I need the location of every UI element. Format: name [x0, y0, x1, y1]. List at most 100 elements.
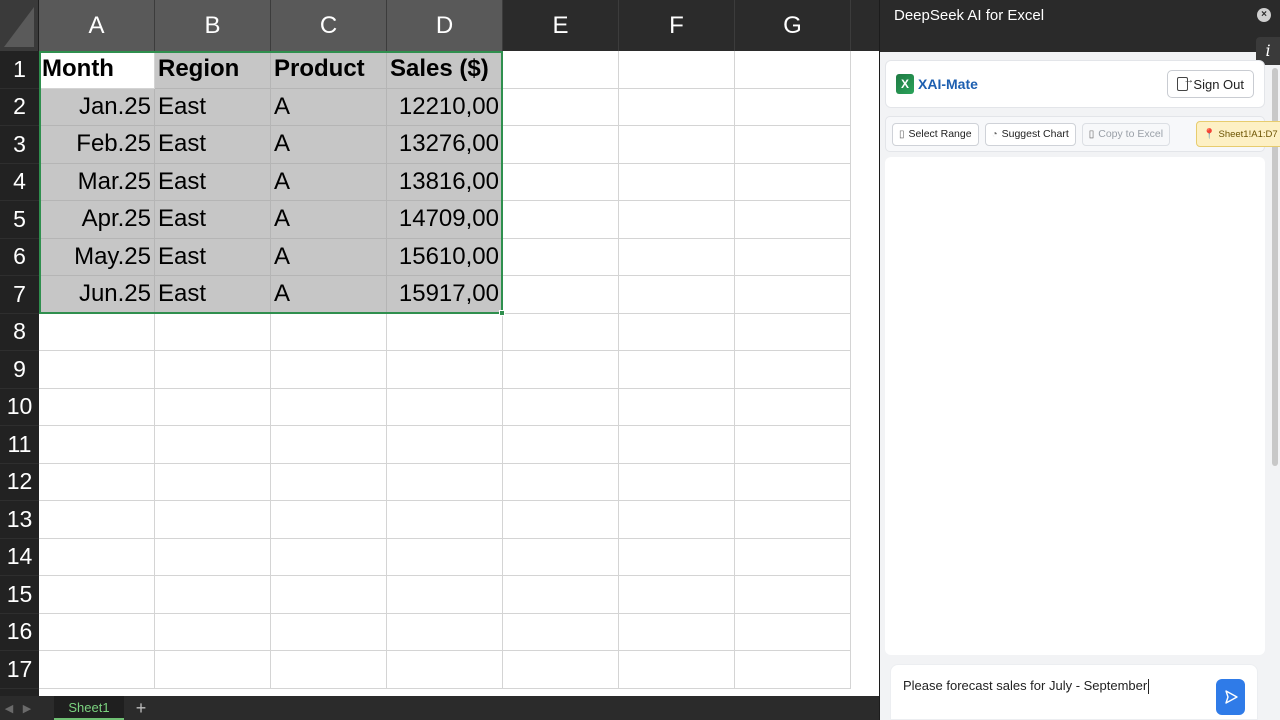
cell-e16[interactable] — [503, 613, 619, 651]
cell-b12[interactable] — [155, 463, 271, 501]
cell-b2[interactable]: East — [155, 88, 271, 126]
tab-next-icon[interactable]: ▶ — [18, 702, 36, 715]
row-header-11[interactable]: 11 — [0, 426, 39, 464]
cell-a15[interactable] — [39, 576, 155, 614]
cell-g13[interactable] — [735, 501, 851, 539]
cell-c16[interactable] — [271, 613, 387, 651]
cell-d9[interactable] — [387, 351, 503, 389]
cell-b13[interactable] — [155, 501, 271, 539]
cell-c12[interactable] — [271, 463, 387, 501]
cell-d6[interactable]: 15610,00 — [387, 238, 503, 276]
cell-b7[interactable]: East — [155, 276, 271, 314]
cell-f14[interactable] — [619, 538, 735, 576]
cell-f17[interactable] — [619, 651, 735, 689]
cell-f3[interactable] — [619, 126, 735, 164]
row-header-5[interactable]: 5 — [0, 201, 39, 239]
row-header-16[interactable]: 16 — [0, 614, 39, 651]
cell-e8[interactable] — [503, 313, 619, 351]
cell-g9[interactable] — [735, 351, 851, 389]
cell-g8[interactable] — [735, 313, 851, 351]
cell-b16[interactable] — [155, 613, 271, 651]
cell-f10[interactable] — [619, 388, 735, 426]
row-header-10[interactable]: 10 — [0, 389, 39, 426]
row-header-2[interactable]: 2 — [0, 89, 39, 126]
cell-d7[interactable]: 15917,00 — [387, 276, 503, 314]
cell-a4[interactable]: Mar.25 — [39, 163, 155, 201]
cell-b17[interactable] — [155, 651, 271, 689]
cell-a10[interactable] — [39, 388, 155, 426]
cell-a13[interactable] — [39, 501, 155, 539]
cell-e5[interactable] — [503, 201, 619, 239]
row-header-7[interactable]: 7 — [0, 276, 39, 314]
send-button[interactable] — [1216, 679, 1245, 715]
cell-b8[interactable] — [155, 313, 271, 351]
cell-b15[interactable] — [155, 576, 271, 614]
cell-c13[interactable] — [271, 501, 387, 539]
cell-g10[interactable] — [735, 388, 851, 426]
cell-e7[interactable] — [503, 276, 619, 314]
cell-e12[interactable] — [503, 463, 619, 501]
cell-e3[interactable] — [503, 126, 619, 164]
cell-c10[interactable] — [271, 388, 387, 426]
chat-input-field[interactable]: Please forecast sales for July - Septemb… — [903, 678, 1150, 695]
row-header-14[interactable]: 14 — [0, 539, 39, 576]
cell-g2[interactable] — [735, 88, 851, 126]
column-header-a[interactable]: A — [39, 0, 155, 51]
cell-f8[interactable] — [619, 313, 735, 351]
sign-out-button[interactable]: Sign Out — [1167, 70, 1254, 98]
cell-c7[interactable]: A — [271, 276, 387, 314]
cell-a8[interactable] — [39, 313, 155, 351]
cell-f15[interactable] — [619, 576, 735, 614]
select-range-button[interactable]: ▯ Select Range — [892, 122, 979, 146]
cell-d8[interactable] — [387, 313, 503, 351]
cell-g15[interactable] — [735, 576, 851, 614]
cell-g1[interactable] — [735, 51, 851, 89]
cell-b5[interactable]: East — [155, 201, 271, 239]
cell-f1[interactable] — [619, 51, 735, 89]
row-header-17[interactable]: 17 — [0, 651, 39, 689]
row-header-15[interactable]: 15 — [0, 576, 39, 614]
cell-d3[interactable]: 13276,00 — [387, 126, 503, 164]
cell-f11[interactable] — [619, 426, 735, 464]
row-header-3[interactable]: 3 — [0, 126, 39, 164]
add-sheet-button[interactable]: + — [124, 698, 158, 719]
cell-e15[interactable] — [503, 576, 619, 614]
cell-a1[interactable]: Month — [39, 51, 155, 89]
row-header-1[interactable]: 1 — [0, 51, 39, 89]
cell-f7[interactable] — [619, 276, 735, 314]
copy-to-excel-button[interactable]: ▯ Copy to Excel — [1081, 122, 1171, 146]
cell-d5[interactable]: 14709,00 — [387, 201, 503, 239]
cell-b14[interactable] — [155, 538, 271, 576]
cell-c1[interactable]: Product — [271, 51, 387, 89]
cell-c6[interactable]: A — [271, 238, 387, 276]
cell-a7[interactable]: Jun.25 — [39, 276, 155, 314]
cell-f4[interactable] — [619, 163, 735, 201]
tab-prev-icon[interactable]: ◀ — [0, 702, 18, 715]
column-header-f[interactable]: F — [619, 0, 735, 51]
cell-c8[interactable] — [271, 313, 387, 351]
cell-b4[interactable]: East — [155, 163, 271, 201]
cell-c17[interactable] — [271, 651, 387, 689]
row-header-13[interactable]: 13 — [0, 501, 39, 539]
close-icon[interactable]: × — [1257, 8, 1271, 22]
cell-g5[interactable] — [735, 201, 851, 239]
cell-b1[interactable]: Region — [155, 51, 271, 89]
cell-e14[interactable] — [503, 538, 619, 576]
cell-grid[interactable]: Month Region Product Sales ($) Jan.25 East A 12… — [39, 51, 879, 696]
cell-c2[interactable]: A — [271, 88, 387, 126]
cell-f16[interactable] — [619, 613, 735, 651]
sheet-tab-sheet1[interactable]: Sheet1 — [54, 696, 124, 720]
cell-b3[interactable]: East — [155, 126, 271, 164]
row-header-6[interactable]: 6 — [0, 239, 39, 276]
cell-f5[interactable] — [619, 201, 735, 239]
cell-f6[interactable] — [619, 238, 735, 276]
cell-d16[interactable] — [387, 613, 503, 651]
cell-e9[interactable] — [503, 351, 619, 389]
cell-d4[interactable]: 13816,00 — [387, 163, 503, 201]
cell-a12[interactable] — [39, 463, 155, 501]
cell-e6[interactable] — [503, 238, 619, 276]
row-header-4[interactable]: 4 — [0, 164, 39, 201]
column-header-c[interactable]: C — [271, 0, 387, 51]
cell-b11[interactable] — [155, 426, 271, 464]
cell-d12[interactable] — [387, 463, 503, 501]
